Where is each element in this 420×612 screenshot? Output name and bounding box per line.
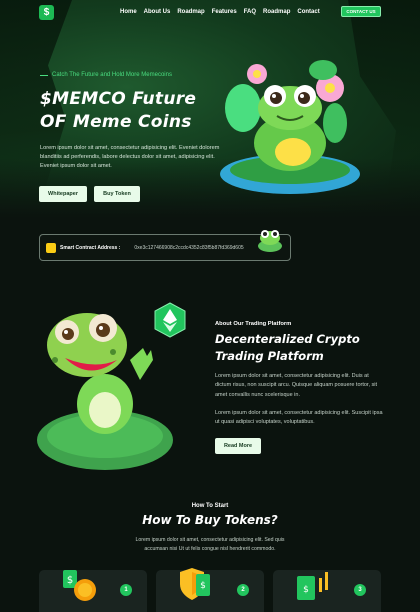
step-card-1[interactable]: $ 1 [39,570,147,612]
contract-icon [46,242,56,253]
trading-paragraph-1: Lorem ipsum dolor sit amet, consectetur … [215,373,378,398]
contract-address[interactable]: 0xe3c127466908c2ccdc4352c83f5b87fd369d60… [134,245,243,251]
svg-text:$: $ [303,585,309,595]
nav-item-about[interactable]: About Us [144,9,171,15]
hero-tagline: Catch The Future and Hold More Memecoins [40,72,172,78]
howto-eyebrow: How To Start [191,503,229,509]
shield-money-icon: $ [180,568,210,600]
tagline-dash [40,74,48,76]
svg-text:$: $ [67,575,73,586]
coin-wallet-icon: $ [63,570,96,601]
contract-label: Smart Contract Address : [60,244,121,251]
step-card-3[interactable]: $ 3 [273,570,381,612]
trading-eyebrow: About Our Trading Platform [215,321,292,327]
nav-item-home[interactable]: Home [120,9,137,15]
nav-item-faq[interactable]: FAQ [244,9,256,15]
step-number-3: 3 [354,584,366,596]
buy-token-button[interactable]: Buy Token [94,186,140,202]
hero-tagline-text: Catch The Future and Hold More Memecoins [52,72,172,78]
nav-item-roadmap[interactable]: Roadmap [177,9,204,15]
hero-title-line1: $MEMCO Future [40,89,197,109]
howto-title: How To Buy Tokens? [142,513,278,527]
step-number-1: 1 [120,584,132,596]
svg-text:$: $ [200,581,206,591]
contract-address-bar[interactable]: Smart Contract Address : 0xe3c127466908c… [39,234,291,261]
chart-money-icon: $ [297,572,328,600]
step-number-2: 2 [237,584,249,596]
brand-logo-icon[interactable]: $ [39,5,54,20]
hero-title-line2: OF Meme Coins [40,112,192,132]
step-card-2[interactable]: $ 2 [156,568,264,612]
nav-item-contact[interactable]: Contact [297,9,319,15]
mini-frog-icon [258,230,282,252]
nav-item-roadmap-2[interactable]: Roadmap [263,9,290,15]
nav-item-features[interactable]: Features [212,9,237,15]
ethereum-icon [154,302,186,338]
read-more-button[interactable]: Read More [215,438,261,454]
howto-description: Lorem ipsum dolor sit amet, consectetur … [135,537,285,552]
trading-paragraph-2: Lorem ipsum dolor sit amet, consectetur … [215,410,383,426]
contact-us-button[interactable]: CONTACT US [341,6,381,17]
hero-description: Lorem ipsum dolor sit amet, consectetur … [40,145,220,169]
hero-title: $MEMCO Future OF Meme Coins [40,88,240,134]
trading-title-line2: Trading Platform [215,349,324,363]
hero-frog-illustration [220,60,360,194]
main-nav: Home About Us Roadmap Features FAQ Roadm… [120,9,320,15]
trading-title: Decenteralized Crypto Trading Platform [215,331,395,365]
trading-title-line1: Decenteralized Crypto [215,332,360,346]
whitepaper-button[interactable]: Whitepaper [39,186,87,202]
